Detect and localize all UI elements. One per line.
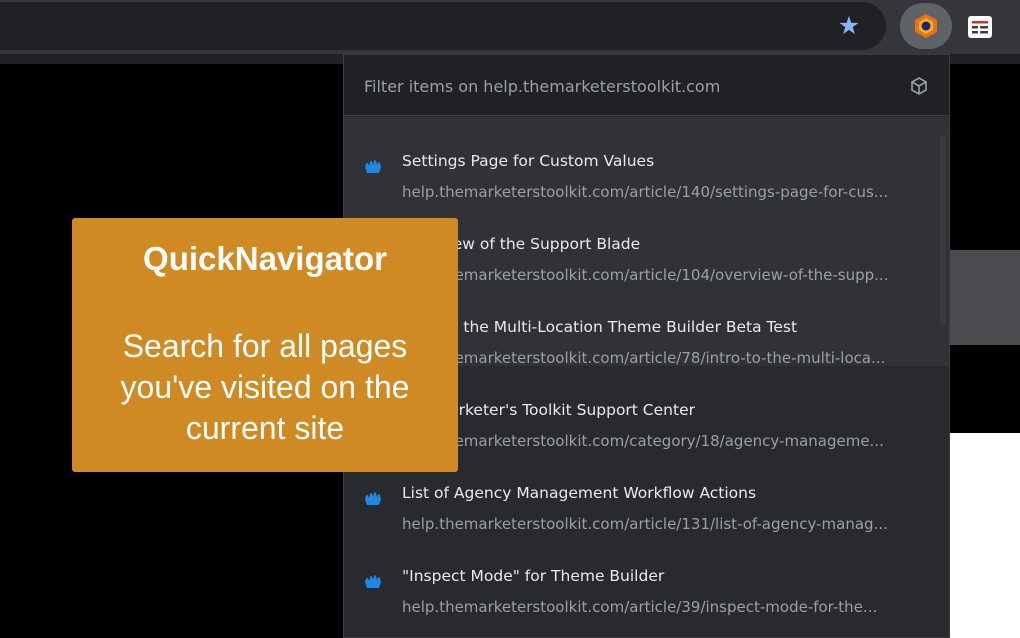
site-favicon-icon bbox=[365, 160, 381, 173]
promo-title: QuickNavigator bbox=[143, 240, 387, 277]
item-url: help.themarketerstoolkit.com/article/140… bbox=[402, 183, 889, 201]
star-icon[interactable]: ★ bbox=[834, 11, 864, 41]
item-title: The Marketer's Toolkit Support Center bbox=[402, 401, 695, 419]
item-title: Intro to the Multi-Location Theme Builde… bbox=[402, 318, 798, 336]
quicknavigator-extension-button[interactable] bbox=[900, 3, 952, 49]
promo-callout: QuickNavigator Search for all pages you'… bbox=[72, 218, 458, 472]
site-favicon-icon bbox=[365, 492, 381, 505]
item-title: Settings Page for Custom Values bbox=[402, 152, 655, 170]
filter-input[interactable] bbox=[362, 69, 896, 103]
browser-toolbar: ★ bbox=[0, 0, 1020, 54]
item-url: help.themarketerstoolkit.com/article/39/… bbox=[402, 598, 878, 616]
address-bar[interactable] bbox=[0, 2, 886, 50]
site-favicon-icon bbox=[365, 575, 381, 588]
list-item[interactable]: "Inspect Mode" for Theme Builder help.th… bbox=[344, 532, 949, 616]
item-title: Overview of the Support Blade bbox=[402, 235, 641, 253]
item-title: List of Agency Management Workflow Actio… bbox=[402, 484, 757, 502]
item-title: "Inspect Mode" for Theme Builder bbox=[402, 567, 665, 585]
item-url: help.themarketerstoolkit.com/article/104… bbox=[402, 266, 889, 284]
page-background-panel bbox=[945, 433, 1020, 638]
scrollbar-thumb[interactable] bbox=[940, 135, 946, 325]
filter-bar bbox=[344, 55, 949, 116]
item-url: help.themarketerstoolkit.com/category/18… bbox=[402, 432, 884, 450]
reading-list-icon[interactable] bbox=[965, 12, 995, 42]
page-background-block bbox=[945, 250, 1020, 345]
quicknavigator-extension-icon bbox=[915, 14, 937, 38]
item-url: help.themarketerstoolkit.com/article/78/… bbox=[402, 349, 886, 367]
item-url: help.themarketerstoolkit.com/article/131… bbox=[402, 515, 888, 533]
cube-icon[interactable] bbox=[909, 76, 929, 96]
promo-description: Search for all pages you've visited on t… bbox=[120, 328, 410, 446]
list-item[interactable]: Settings Page for Custom Values help.the… bbox=[344, 117, 949, 201]
